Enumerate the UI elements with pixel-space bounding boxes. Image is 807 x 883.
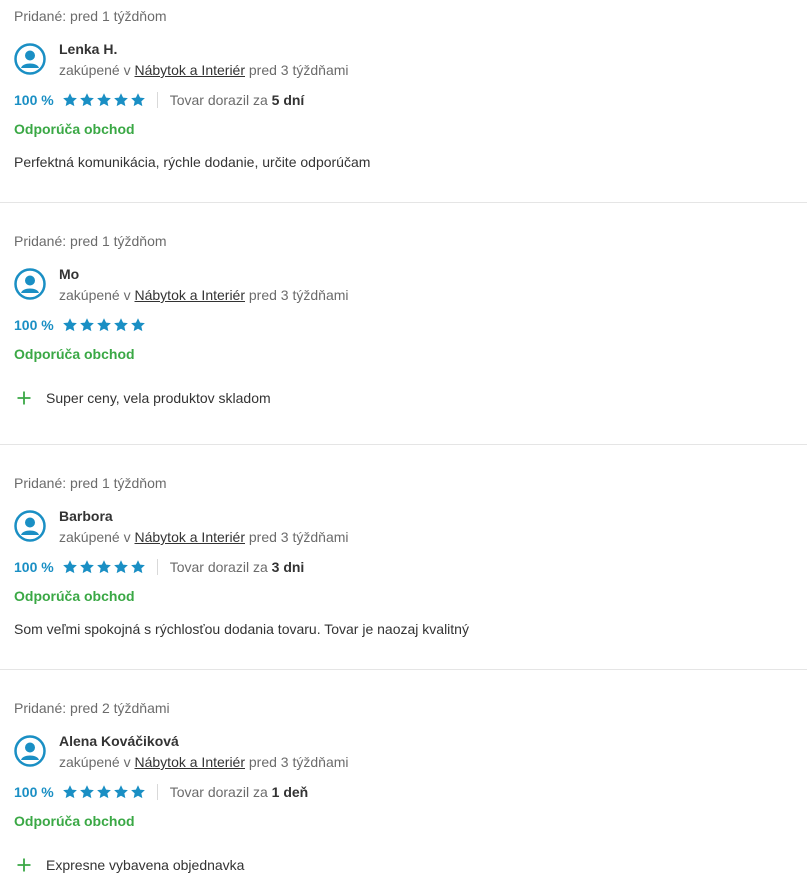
recommend-badge: Odporúča obchod bbox=[14, 121, 135, 137]
category-link[interactable]: Nábytok a Interiér bbox=[135, 754, 246, 770]
star-icon bbox=[113, 318, 128, 332]
star-icon bbox=[113, 93, 128, 107]
recommend-badge: Odporúča obchod bbox=[14, 588, 135, 604]
reviewer-name: Lenka H. bbox=[59, 41, 118, 57]
purchase-prefix: zakúpené v bbox=[59, 754, 131, 770]
star-rating bbox=[62, 559, 146, 575]
reviewer-name: Barbora bbox=[59, 508, 113, 524]
pro-item: Super ceny, vela produktov skladom bbox=[16, 390, 271, 406]
rating-percent: 100 % bbox=[14, 784, 54, 800]
star-icon bbox=[62, 318, 77, 332]
star-icon bbox=[79, 785, 94, 799]
category-link[interactable]: Nábytok a Interiér bbox=[135, 287, 246, 303]
star-icon bbox=[62, 93, 77, 107]
pro-text: Expresne vybavena objednavka bbox=[46, 857, 245, 873]
review-text: Som veľmi spokojná s rýchlosťou dodania … bbox=[14, 621, 469, 637]
review-card: Pridané: pred 1 týždňom Barbora zakúpené… bbox=[0, 445, 807, 670]
review-card: Pridané: pred 2 týždňami Alena Kováčikov… bbox=[0, 670, 807, 883]
star-icon bbox=[113, 785, 128, 799]
pro-item: Expresne vybavena objednavka bbox=[16, 857, 244, 873]
divider bbox=[156, 559, 158, 575]
delivery-info: Tovar dorazil za 1 deň bbox=[170, 784, 309, 800]
delivery-value: 5 dní bbox=[271, 92, 305, 108]
delivery-info: Tovar dorazil za 5 dní bbox=[170, 92, 305, 108]
user-avatar-icon bbox=[14, 268, 46, 300]
purchase-time: pred 3 týždňami bbox=[248, 529, 349, 545]
user-avatar-icon bbox=[14, 735, 46, 767]
rating-row: 100 % Tovar dorazil za 5 dní bbox=[14, 90, 304, 110]
user-avatar-icon bbox=[14, 43, 46, 75]
star-icon bbox=[62, 560, 77, 574]
category-link[interactable]: Nábytok a Interiér bbox=[135, 529, 246, 545]
star-icon bbox=[79, 318, 94, 332]
purchase-prefix: zakúpené v bbox=[59, 287, 131, 303]
delivery-label: Tovar dorazil za bbox=[169, 559, 268, 575]
delivery-value: 3 dni bbox=[271, 559, 305, 575]
review-text: Perfektná komunikácia, rýchle dodanie, u… bbox=[14, 154, 371, 170]
rating-row: 100 % Tovar dorazil za 1 deň bbox=[14, 782, 308, 802]
plus-icon bbox=[17, 391, 31, 405]
purchase-info: zakúpené v Nábytok a Interiér pred 3 týž… bbox=[59, 287, 349, 303]
delivery-info: Tovar dorazil za 3 dni bbox=[170, 559, 305, 575]
star-rating bbox=[62, 92, 146, 108]
category-link[interactable]: Nábytok a Interiér bbox=[135, 62, 246, 78]
purchase-prefix: zakúpené v bbox=[59, 529, 131, 545]
divider bbox=[156, 784, 158, 800]
review-date: Pridané: pred 1 týždňom bbox=[14, 8, 167, 24]
delivery-label: Tovar dorazil za bbox=[169, 784, 268, 800]
reviewer-name: Alena Kováčiková bbox=[59, 733, 179, 749]
star-icon bbox=[113, 560, 128, 574]
plus-icon bbox=[17, 858, 31, 872]
star-rating bbox=[62, 317, 146, 333]
review-date: Pridané: pred 1 týždňom bbox=[14, 233, 167, 249]
purchase-time: pred 3 týždňami bbox=[248, 287, 349, 303]
star-icon bbox=[79, 93, 94, 107]
pro-text: Super ceny, vela produktov skladom bbox=[46, 390, 271, 406]
purchase-prefix: zakúpené v bbox=[59, 62, 131, 78]
star-icon bbox=[96, 318, 111, 332]
review-card: Pridané: pred 1 týždňom Lenka H. zakúpen… bbox=[0, 0, 807, 203]
rating-percent: 100 % bbox=[14, 92, 54, 108]
delivery-value: 1 deň bbox=[271, 784, 309, 800]
divider bbox=[156, 92, 158, 108]
reviewer-name: Mo bbox=[59, 266, 80, 282]
star-icon bbox=[130, 93, 145, 107]
star-icon bbox=[96, 785, 111, 799]
star-icon bbox=[130, 560, 145, 574]
purchase-time: pred 3 týždňami bbox=[248, 754, 349, 770]
rating-percent: 100 % bbox=[14, 317, 54, 333]
purchase-time: pred 3 týždňami bbox=[248, 62, 349, 78]
star-icon bbox=[130, 785, 145, 799]
recommend-badge: Odporúča obchod bbox=[14, 813, 135, 829]
star-icon bbox=[130, 318, 145, 332]
purchase-info: zakúpené v Nábytok a Interiér pred 3 týž… bbox=[59, 754, 349, 770]
review-date: Pridané: pred 1 týždňom bbox=[14, 475, 167, 491]
star-icon bbox=[79, 560, 94, 574]
purchase-info: zakúpené v Nábytok a Interiér pred 3 týž… bbox=[59, 529, 349, 545]
review-date: Pridané: pred 2 týždňami bbox=[14, 700, 170, 716]
rating-row: 100 % bbox=[14, 315, 146, 335]
review-card: Pridané: pred 1 týždňom Mo zakúpené v Ná… bbox=[0, 203, 807, 445]
purchase-info: zakúpené v Nábytok a Interiér pred 3 týž… bbox=[59, 62, 349, 78]
star-icon bbox=[96, 560, 111, 574]
star-rating bbox=[62, 784, 146, 800]
rating-row: 100 % Tovar dorazil za 3 dni bbox=[14, 557, 304, 577]
user-avatar-icon bbox=[14, 510, 46, 542]
recommend-badge: Odporúča obchod bbox=[14, 346, 135, 362]
star-icon bbox=[96, 93, 111, 107]
delivery-label: Tovar dorazil za bbox=[169, 92, 268, 108]
rating-percent: 100 % bbox=[14, 559, 54, 575]
star-icon bbox=[62, 785, 77, 799]
